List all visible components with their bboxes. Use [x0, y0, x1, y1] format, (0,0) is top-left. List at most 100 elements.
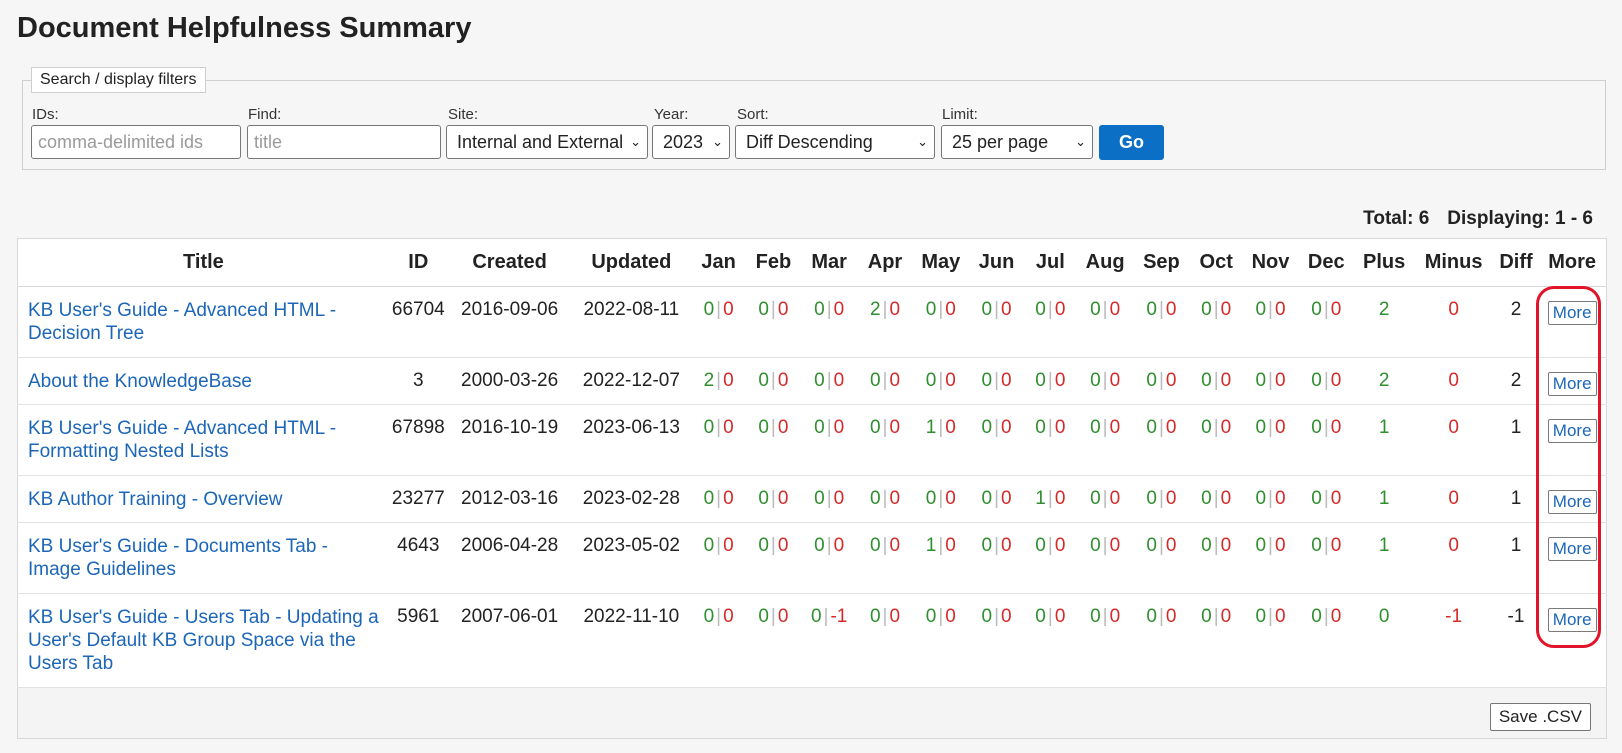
month-divider: |	[1323, 488, 1329, 509]
month-plus: 0	[758, 535, 769, 556]
month-cell: 0 | 0	[800, 404, 858, 476]
col-header: Apr	[857, 238, 913, 287]
month-minus: 0	[723, 417, 734, 438]
table-row: KB User's Guide - Users Tab - Updating a…	[17, 593, 1607, 688]
helpfulness-table: Title ID Created Updated Jan Feb Mar Apr…	[17, 238, 1607, 739]
site-select[interactable]: Internal and External ⌄	[446, 125, 648, 159]
month-divider: |	[770, 370, 776, 391]
month-cell: 0 | 0	[857, 357, 913, 405]
month-plus: 0	[703, 535, 715, 556]
month-plus: 0	[814, 535, 825, 556]
col-header: Feb	[746, 238, 801, 287]
month-minus: 0	[945, 299, 956, 320]
month-divider: |	[994, 488, 1000, 509]
month-minus: 0	[1001, 370, 1012, 391]
month-minus: 0	[1054, 606, 1066, 627]
month-minus: 0	[1109, 299, 1121, 320]
month-divider: |	[716, 417, 722, 438]
month-minus: -1	[830, 606, 848, 627]
document-title-link[interactable]: KB User's Guide - Documents Tab - Image …	[28, 536, 328, 580]
month-cell: 0 | 0	[1133, 593, 1190, 688]
month-plus: 0	[1090, 370, 1101, 391]
month-minus: 0	[1165, 535, 1177, 556]
month-cell: 0 | 0	[1297, 522, 1355, 594]
ids-input[interactable]	[31, 125, 241, 159]
updated-cell: 2023-05-02	[571, 522, 692, 594]
month-plus: 0	[1311, 535, 1322, 556]
month-minus: 0	[723, 488, 734, 509]
col-header: Jun	[969, 238, 1024, 287]
month-divider: |	[716, 299, 722, 320]
col-header[interactable]: ID	[388, 238, 448, 287]
document-title-link[interactable]: About the KnowledgeBase	[28, 371, 252, 392]
month-plus: 0	[1201, 370, 1212, 391]
col-header[interactable]: Plus	[1354, 238, 1414, 287]
month-plus: 0	[1146, 299, 1157, 320]
year-select[interactable]: 2023 ⌄	[652, 125, 730, 159]
limit-select[interactable]: 25 per page ⌄	[941, 125, 1093, 159]
title-cell: KB User's Guide - Advanced HTML - Decisi…	[17, 286, 389, 358]
month-divider: |	[716, 606, 722, 627]
more-button[interactable]: More	[1547, 490, 1597, 514]
month-plus: 0	[1035, 535, 1046, 556]
go-button[interactable]: Go	[1099, 125, 1164, 160]
title-cell: KB User's Guide - Documents Tab - Image …	[17, 522, 389, 594]
document-title-link[interactable]: KB User's Guide - Advanced HTML - Format…	[28, 418, 336, 462]
month-plus: 0	[814, 417, 825, 438]
month-cell: 0 | 0	[1133, 286, 1190, 358]
more-button[interactable]: More	[1547, 419, 1597, 443]
diff-cell: 2	[1493, 286, 1539, 358]
document-title-link[interactable]: KB User's Guide - Advanced HTML - Decisi…	[28, 300, 336, 344]
col-header[interactable]: Updated	[571, 238, 692, 287]
month-cell: 0 | 0	[1189, 593, 1244, 688]
col-header[interactable]: Title	[17, 238, 389, 287]
title-cell: KB User's Guide - Users Tab - Updating a…	[17, 593, 389, 688]
month-plus: 0	[925, 606, 937, 627]
title-cell: KB Author Training - Overview	[17, 475, 389, 523]
month-plus: 0	[981, 370, 993, 391]
sort-select[interactable]: Diff Descending ⌄	[735, 125, 935, 159]
month-cell: 0 | 0	[912, 357, 970, 405]
col-header[interactable]: Created	[447, 238, 572, 287]
more-button[interactable]: More	[1547, 537, 1597, 561]
month-cell: 0 | 0	[1076, 475, 1134, 523]
col-header[interactable]: Minus	[1413, 238, 1494, 287]
site-select-value: Internal and External	[457, 131, 624, 152]
month-divider: |	[882, 417, 888, 438]
month-minus: 0	[945, 417, 956, 438]
more-cell: More	[1538, 593, 1607, 688]
month-plus: 0	[1035, 417, 1046, 438]
month-minus: 0	[833, 370, 845, 391]
find-input[interactable]	[247, 125, 441, 159]
month-cell: 0 | 0	[746, 404, 801, 476]
month-divider: |	[938, 606, 944, 627]
month-minus: 0	[1274, 606, 1286, 627]
month-plus: 0	[1146, 606, 1157, 627]
month-plus: 0	[1311, 299, 1322, 320]
more-button[interactable]: More	[1547, 301, 1597, 325]
id-cell: 67898	[388, 404, 448, 476]
month-plus: 0	[703, 417, 715, 438]
month-cell: 2 | 0	[691, 357, 746, 405]
col-header[interactable]: Diff	[1493, 238, 1539, 287]
month-divider: |	[1102, 417, 1108, 438]
more-button[interactable]: More	[1547, 608, 1597, 632]
plus-cell: 2	[1354, 286, 1414, 358]
document-title-link[interactable]: KB Author Training - Overview	[28, 489, 283, 510]
month-minus: 0	[1109, 606, 1121, 627]
document-title-link[interactable]: KB User's Guide - Users Tab - Updating a…	[28, 607, 379, 674]
table-row: About the KnowledgeBase 3 2000-03-26 2022-1…	[17, 357, 1607, 405]
month-divider: |	[826, 299, 832, 320]
month-divider: |	[994, 606, 1000, 627]
filters-legend: Search / display filters	[31, 67, 206, 93]
id-cell: 23277	[388, 475, 448, 523]
plus-cell: 0	[1354, 593, 1414, 688]
month-divider: |	[1047, 370, 1053, 391]
more-button[interactable]: More	[1547, 372, 1597, 396]
month-minus: 0	[1109, 417, 1121, 438]
save-csv-button[interactable]: Save .CSV	[1489, 703, 1591, 731]
month-minus: 0	[1330, 488, 1342, 509]
month-minus: 0	[777, 488, 789, 509]
month-plus: 0	[1146, 488, 1157, 509]
created-cell: 2012-03-16	[447, 475, 572, 523]
